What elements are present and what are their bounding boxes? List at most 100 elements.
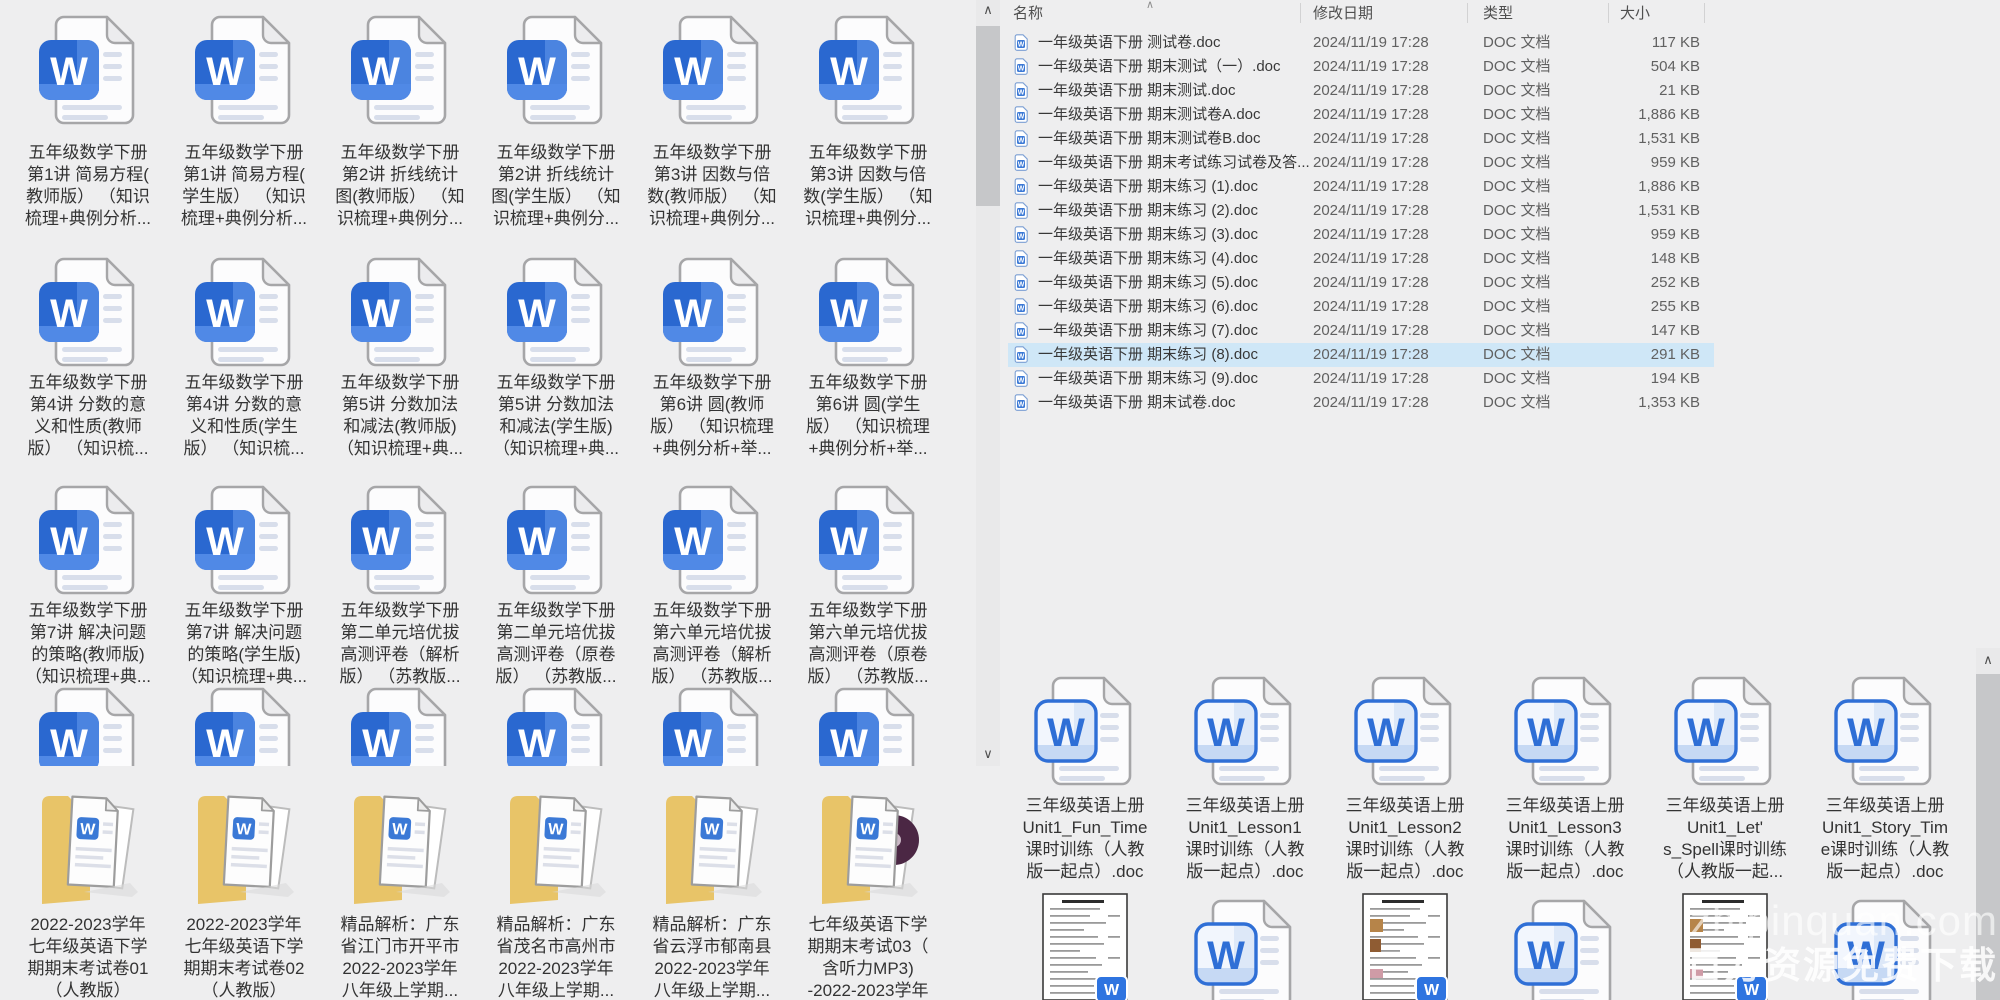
file-label[interactable]: 五年级数学下册 第1讲 简易方程(教师版） （知识 梳理+典例分析... [10, 142, 166, 230]
word-file-icon-partial[interactable]: W [192, 686, 296, 766]
file-row[interactable]: W 一年级英语下册 期末考试练习试卷及答... 2024/11/19 17:28 D… [1008, 151, 1714, 175]
folder-icon[interactable]: W [500, 782, 612, 906]
file-row[interactable]: W 一年级英语下册 期末测试.doc 2024/11/19 17:28 DOC 文档… [1008, 79, 1714, 103]
word-file-icon[interactable]: W [660, 484, 764, 598]
scrollbar-thumb[interactable] [1976, 674, 2000, 1000]
word-file-icon[interactable]: W [504, 256, 608, 370]
folder-icon[interactable]: W [32, 782, 144, 906]
left-grid-scrollbar[interactable]: ∧ ∨ [976, 0, 1000, 766]
scroll-down-icon[interactable]: ∨ [976, 746, 1000, 762]
word-file-icon[interactable]: W [36, 256, 140, 370]
word-file-icon-light-partial[interactable]: W [1193, 898, 1297, 1000]
word-file-icon[interactable]: W [36, 14, 140, 128]
file-label[interactable]: 三年级英语上册 Unit1_Story_Tim e课时训练（人教 版一起点）.doc [1807, 795, 1963, 883]
word-file-icon[interactable]: W [192, 484, 296, 598]
file-row[interactable]: W 一年级英语下册 期末测试卷B.doc 2024/11/19 17:28 DOC … [1008, 127, 1714, 151]
doc-preview-thumbnail[interactable]: W [1042, 893, 1128, 1000]
word-file-icon-partial[interactable]: W [504, 686, 608, 766]
file-row[interactable]: W 一年级英语下册 测试卷.doc 2024/11/19 17:28 DOC 文档 1… [1008, 31, 1714, 55]
file-row[interactable]: W 一年级英语下册 期末练习 (8).doc 2024/11/19 17:28 DO… [1008, 343, 1714, 367]
column-header-type[interactable]: 类型 [1483, 4, 1513, 24]
file-label[interactable]: 三年级英语上册 Unit1_Let' s_Spell课时训练 （人教版一起... [1647, 795, 1803, 883]
scroll-up-icon[interactable]: ∧ [1976, 652, 2000, 668]
file-row[interactable]: W 一年级英语下册 期末练习 (7).doc 2024/11/19 17:28 DO… [1008, 319, 1714, 343]
file-row[interactable]: W 一年级英语下册 期末练习 (4).doc 2024/11/19 17:28 DO… [1008, 247, 1714, 271]
file-label[interactable]: 五年级数学下册 第6讲 圆(教师 版） （知识梳理 +典例分析+举... [634, 372, 790, 460]
file-row[interactable]: W 一年级英语下册 期末试卷.doc 2024/11/19 17:28 DOC 文档… [1008, 391, 1714, 415]
doc-preview-thumbnail[interactable]: W [1362, 893, 1448, 1000]
file-label[interactable]: 五年级数学下册 第4讲 分数的意 义和性质(学生 版） （知识梳... [166, 372, 322, 460]
column-header-date[interactable]: 修改日期 [1313, 4, 1373, 24]
file-row[interactable]: W 一年级英语下册 期末练习 (1).doc 2024/11/19 17:28 DO… [1008, 175, 1714, 199]
folder-label[interactable]: 2022-2023学年 七年级英语下学 期期末考试卷01 （人教版） [10, 914, 166, 1000]
file-label[interactable]: 五年级数学下册 第3讲 因数与倍 数(学生版） （知 识梳理+典例分... [790, 142, 946, 230]
word-file-icon[interactable]: W [192, 256, 296, 370]
file-label[interactable]: 五年级数学下册 第7讲 解决问题 的策略(教师版) （知识梳理+典... [10, 600, 166, 688]
file-row[interactable]: W 一年级英语下册 期末测试卷A.doc 2024/11/19 17:28 DOC … [1008, 103, 1714, 127]
file-row[interactable]: W 一年级英语下册 期末练习 (9).doc 2024/11/19 17:28 DO… [1008, 367, 1714, 391]
word-file-icon[interactable]: W [816, 484, 920, 598]
file-label[interactable]: 五年级数学下册 第7讲 解决问题 的策略(学生版) （知识梳理+典... [166, 600, 322, 688]
file-label[interactable]: 三年级英语上册 Unit1_Fun_Time 课时训练（人教 版一起点）.doc [1008, 795, 1163, 883]
word-file-icon[interactable]: W [660, 14, 764, 128]
file-row[interactable]: W 一年级英语下册 期末练习 (6).doc 2024/11/19 17:28 DO… [1008, 295, 1714, 319]
word-file-icon-light[interactable]: W [1513, 675, 1617, 789]
file-label[interactable]: 三年级英语上册 Unit1_Lesson3 课时训练（人教 版一起点）.doc [1487, 795, 1643, 883]
file-label[interactable]: 五年级数学下册 第4讲 分数的意 义和性质(教师 版） （知识梳... [10, 372, 166, 460]
folder-label[interactable]: 精品解析：广东 省江门市开平市 2022-2023学年 八年级上学期... [322, 914, 478, 1000]
word-file-icon-light[interactable]: W [1193, 675, 1297, 789]
file-label[interactable]: 五年级数学下册 第六单元培优拔 高测评卷（原卷 版） （苏教版... [790, 600, 946, 688]
word-file-icon-light[interactable]: W [1353, 675, 1457, 789]
file-label[interactable]: 三年级英语上册 Unit1_Lesson1 课时训练（人教 版一起点）.doc [1167, 795, 1323, 883]
file-label[interactable]: 五年级数学下册 第3讲 因数与倍 数(教师版） （知 识梳理+典例分... [634, 142, 790, 230]
file-label[interactable]: 五年级数学下册 第2讲 折线统计 图(教师版） （知 识梳理+典例分... [322, 142, 478, 230]
file-label[interactable]: 三年级英语上册 Unit1_Lesson2 课时训练（人教 版一起点）.doc [1327, 795, 1483, 883]
word-file-icon[interactable]: W [660, 256, 764, 370]
bottom-right-scrollbar[interactable]: ∧ [1976, 648, 2000, 1000]
scrollbar-thumb[interactable] [976, 26, 1000, 206]
word-file-icon-partial[interactable]: W [348, 686, 452, 766]
file-label[interactable]: 五年级数学下册 第2讲 折线统计 图(学生版） （知 识梳理+典例分... [478, 142, 634, 230]
word-file-icon-light-partial[interactable]: W [1513, 898, 1617, 1000]
word-file-icon[interactable]: W [36, 484, 140, 598]
word-file-icon[interactable]: W [816, 256, 920, 370]
word-file-icon-light[interactable]: W [1673, 675, 1777, 789]
word-file-icon[interactable]: W [348, 484, 452, 598]
word-file-icon[interactable]: W [504, 14, 608, 128]
file-label[interactable]: 五年级数学下册 第1讲 简易方程(学生版） （知识 梳理+典例分析... [166, 142, 322, 230]
word-file-icon[interactable]: W [504, 484, 608, 598]
file-label[interactable]: 五年级数学下册 第二单元培优拔 高测评卷（解析 版） （苏教版... [322, 600, 478, 688]
file-label[interactable]: 五年级数学下册 第六单元培优拔 高测评卷（解析 版） （苏教版... [634, 600, 790, 688]
file-row[interactable]: W 一年级英语下册 期末练习 (2).doc 2024/11/19 17:28 DO… [1008, 199, 1714, 223]
word-file-icon[interactable]: W [192, 14, 296, 128]
file-row[interactable]: W 一年级英语下册 期末测试（一）.doc 2024/11/19 17:28 DOC… [1008, 55, 1714, 79]
folder-label[interactable]: 精品解析：广东 省茂名市高州市 2022-2023学年 八年级上学期... [478, 914, 634, 1000]
word-file-icon-partial[interactable]: W [660, 686, 764, 766]
word-file-icon[interactable]: W [348, 256, 452, 370]
word-file-icon[interactable]: W [348, 14, 452, 128]
folder-label[interactable]: 七年级英语下学 期期末考试03（ 含听力MP3) -2022-2023学年 [790, 914, 946, 1000]
word-file-icon[interactable]: W [816, 14, 920, 128]
folder-icon[interactable]: W [188, 782, 300, 906]
folder-icon[interactable]: W [812, 782, 924, 906]
folder-label[interactable]: 2022-2023学年 七年级英语下学 期期末考试卷02 （人教版） [166, 914, 322, 1000]
word-file-icon-light[interactable]: W [1033, 675, 1137, 789]
file-label[interactable]: 五年级数学下册 第5讲 分数加法 和减法(学生版) （知识梳理+典... [478, 372, 634, 460]
word-file-icon-light-partial[interactable]: W [1833, 898, 1937, 1000]
file-label[interactable]: 五年级数学下册 第5讲 分数加法 和减法(教师版) （知识梳理+典... [322, 372, 478, 460]
scroll-up-icon[interactable]: ∧ [976, 2, 1000, 18]
word-file-icon-light[interactable]: W [1833, 675, 1937, 789]
column-header-name[interactable]: 名称 [1013, 4, 1043, 24]
sort-ascending-icon[interactable]: ∧ [1146, 0, 1166, 11]
folder-label[interactable]: 精品解析：广东 省云浮市郁南县 2022-2023学年 八年级上学期... [634, 914, 790, 1000]
column-header-size[interactable]: 大小 [1620, 4, 1650, 24]
file-label[interactable]: 五年级数学下册 第二单元培优拔 高测评卷（原卷 版） （苏教版... [478, 600, 634, 688]
word-file-icon-partial[interactable]: W [36, 686, 140, 766]
file-row[interactable]: W 一年级英语下册 期末练习 (5).doc 2024/11/19 17:28 DO… [1008, 271, 1714, 295]
folder-icon[interactable]: W [344, 782, 456, 906]
file-label[interactable]: 五年级数学下册 第6讲 圆(学生 版） （知识梳理 +典例分析+举... [790, 372, 946, 460]
file-row[interactable]: W 一年级英语下册 期末练习 (3).doc 2024/11/19 17:28 DO… [1008, 223, 1714, 247]
word-file-icon-partial[interactable]: W [816, 686, 920, 766]
doc-preview-thumbnail[interactable]: W [1682, 893, 1768, 1000]
folder-icon[interactable]: W [656, 782, 768, 906]
